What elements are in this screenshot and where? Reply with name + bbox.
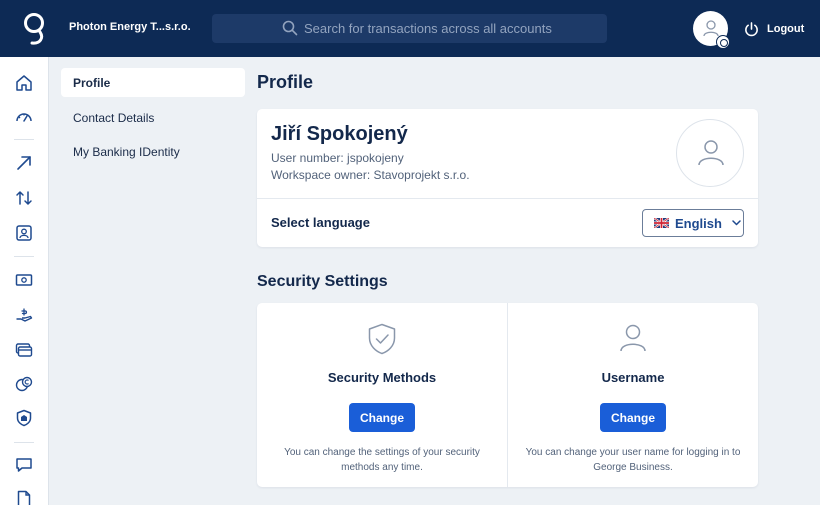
page-title: Profile — [257, 72, 314, 92]
security-settings-card: Security Methods Change You can change t… — [257, 303, 758, 487]
security-methods-panel: Security Methods Change You can change t… — [257, 303, 507, 487]
logout-label: Logout — [767, 23, 805, 35]
left-navigation-rail — [0, 57, 49, 505]
rail-divider — [14, 256, 34, 257]
george-logo-icon[interactable] — [22, 12, 48, 46]
search-bar[interactable]: Search for transactions across all accou… — [212, 14, 607, 43]
workspace-owner: Workspace owner: Stavoprojekt s.r.o. — [271, 168, 470, 182]
security-settings-title: Security Settings — [257, 273, 388, 290]
subnav-item-my-banking-identity[interactable]: My Banking IDentity — [61, 137, 245, 166]
user-outline-icon — [620, 324, 646, 352]
user-placeholder-icon — [698, 140, 724, 166]
language-select[interactable]: English — [642, 209, 744, 237]
username-heading: Username — [601, 370, 665, 385]
cards-icon[interactable] — [14, 340, 34, 360]
profile-card: Jiří Spokojený User number: jspokojeny W… — [257, 109, 758, 247]
security-methods-heading: Security Methods — [327, 370, 437, 385]
contacts-icon[interactable] — [14, 223, 34, 243]
username-panel: Username Change You can change your user… — [508, 303, 758, 487]
home-icon[interactable] — [14, 73, 34, 93]
currency-icon[interactable] — [14, 374, 34, 394]
user-number: User number: jspokojeny — [271, 151, 404, 165]
search-icon — [282, 20, 298, 36]
chevron-down-icon — [732, 220, 741, 226]
loan-hand-icon[interactable] — [14, 305, 34, 325]
rail-divider — [14, 139, 34, 140]
profile-photo[interactable] — [676, 119, 744, 187]
dashboard-gauge-icon[interactable] — [14, 107, 34, 127]
shield-check-icon — [368, 323, 396, 355]
top-bar: Photon Energy T...s.r.o. Search for tran… — [0, 0, 820, 57]
user-icon — [703, 20, 719, 37]
avatar-badge-icon — [716, 35, 730, 49]
change-security-methods-button[interactable]: Change — [349, 403, 415, 432]
uk-flag-icon — [654, 218, 669, 228]
documents-icon[interactable] — [14, 489, 34, 505]
user-avatar[interactable] — [693, 11, 730, 49]
messages-icon[interactable] — [14, 455, 34, 475]
change-username-button[interactable]: Change — [600, 403, 666, 432]
search-input[interactable]: Search for transactions across all accou… — [304, 21, 552, 36]
subnav-item-profile[interactable]: Profile — [61, 68, 245, 97]
card-divider — [257, 198, 758, 199]
security-methods-description: You can change the settings of your secu… — [284, 447, 480, 473]
language-label: Select language — [271, 215, 370, 230]
company-name[interactable]: Photon Energy T...s.r.o. — [69, 21, 191, 33]
subnav-item-contact-details[interactable]: Contact Details — [61, 103, 245, 132]
payment-arrow-icon[interactable] — [14, 153, 34, 173]
insurance-shield-icon[interactable] — [14, 408, 34, 428]
transfers-icon[interactable] — [14, 188, 34, 208]
power-icon — [745, 21, 758, 36]
username-description: You can change your user name for loggin… — [525, 447, 741, 473]
logout-button[interactable]: Logout — [744, 19, 804, 39]
language-value: English — [675, 215, 722, 231]
user-full-name: Jiří Spokojený — [271, 123, 408, 145]
cash-icon[interactable] — [14, 270, 34, 290]
rail-divider — [14, 442, 34, 443]
